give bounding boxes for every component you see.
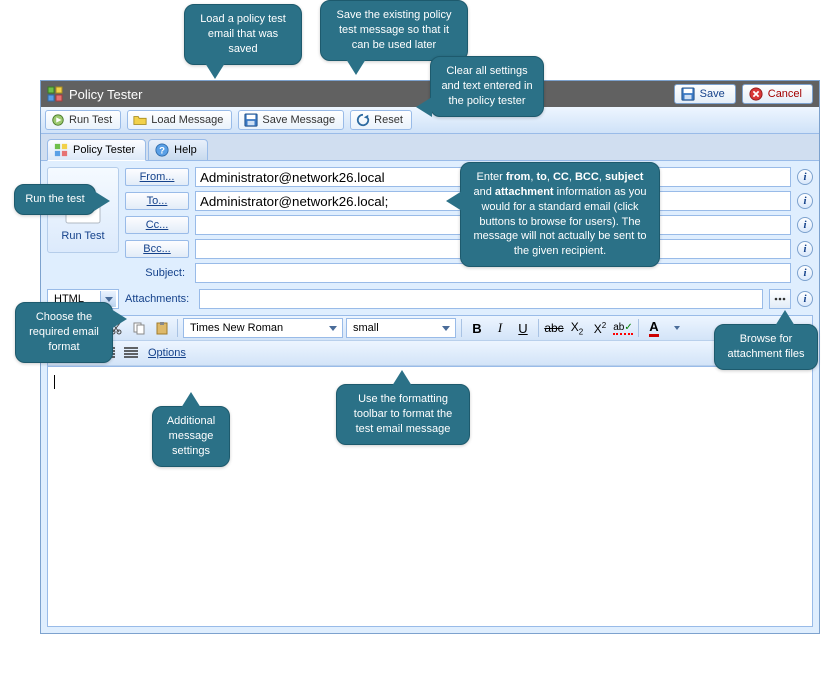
font-select-value: Times New Roman — [190, 322, 283, 334]
copy-icon — [132, 321, 146, 335]
copy-button[interactable] — [129, 318, 149, 338]
save-message-button[interactable]: Save Message — [238, 110, 344, 130]
spellcheck-icon: ab✓ — [613, 322, 633, 335]
callout-text: Clear all settings and text entered in t… — [441, 65, 532, 107]
floppy-icon — [244, 113, 258, 127]
callout-text: Browse for attachment files — [727, 333, 804, 360]
italic-button[interactable]: I — [490, 318, 510, 338]
rtt-toolbar-1: Times New Roman small B I U abc X2 X2 ab… — [48, 316, 812, 341]
font-color-button[interactable]: A — [644, 318, 664, 338]
callout-rtt: Use the formatting toolbar to format the… — [336, 384, 470, 445]
to-button[interactable]: To... — [125, 192, 189, 210]
callout-fields: Enter from, to, CC, BCC, subject and att… — [460, 162, 660, 267]
font-color-icon: A — [649, 319, 658, 337]
bold-icon: B — [472, 321, 481, 336]
paste-button[interactable] — [152, 318, 172, 338]
save-message-label: Save Message — [262, 114, 335, 126]
align-justify-icon — [124, 347, 138, 359]
run-test-button[interactable]: Run Test — [45, 110, 121, 130]
svg-text:?: ? — [159, 146, 165, 157]
compose-area: Run Test From... i To... i Cc... i — [47, 167, 813, 287]
callout-text: Save the existing policy test message so… — [337, 9, 452, 51]
font-size-value: small — [353, 322, 379, 334]
callout-text: Run the test — [25, 193, 84, 205]
tab-help[interactable]: ? Help — [148, 139, 208, 161]
superscript-icon: X2 — [594, 321, 606, 336]
refresh-icon — [356, 113, 370, 127]
align-justify-button[interactable] — [121, 343, 141, 363]
info-icon[interactable]: i — [797, 193, 813, 209]
font-size-select[interactable]: small — [346, 318, 456, 338]
info-icon[interactable]: i — [797, 241, 813, 257]
tab-policy-tester[interactable]: Policy Tester — [47, 139, 146, 161]
italic-icon: I — [498, 320, 502, 336]
callout-options: Additional message settings — [152, 406, 230, 467]
options-link[interactable]: Options — [144, 347, 190, 359]
callout-text: Load a policy test email that was saved — [200, 13, 286, 55]
help-icon: ? — [155, 143, 169, 157]
cc-button[interactable]: Cc... — [125, 216, 189, 234]
policy-tester-icon — [47, 86, 63, 102]
bcc-button[interactable]: Bcc... — [125, 240, 189, 258]
info-icon[interactable]: i — [797, 217, 813, 233]
browse-attachments-button[interactable] — [769, 289, 791, 309]
subject-label: Subject: — [125, 267, 189, 279]
underline-button[interactable]: U — [513, 318, 533, 338]
richtext-area: Times New Roman small B I U abc X2 X2 ab… — [47, 315, 813, 627]
subscript-icon: X2 — [571, 320, 583, 336]
attachments-row: HTML Attachments: i — [47, 289, 813, 309]
folder-open-icon — [133, 113, 147, 127]
load-message-button[interactable]: Load Message — [127, 110, 232, 130]
font-color-dropdown[interactable] — [667, 318, 687, 338]
save-button-label: Save — [700, 88, 725, 100]
policy-tester-icon — [54, 143, 68, 157]
callout-reset: Clear all settings and text entered in t… — [430, 56, 544, 117]
text-cursor — [54, 375, 55, 389]
ellipsis-icon — [774, 297, 786, 301]
tab-strip: Policy Tester ? Help — [41, 134, 819, 161]
info-icon[interactable]: i — [797, 291, 813, 307]
callout-load: Load a policy test email that was saved — [184, 4, 302, 65]
subscript-button[interactable]: X2 — [567, 318, 587, 338]
callout-format: Choose the required email format — [15, 302, 113, 363]
cancel-icon — [749, 87, 763, 101]
callout-text: Additional message settings — [167, 415, 215, 457]
callout-browse: Browse for attachment files — [714, 324, 818, 370]
from-button[interactable]: From... — [125, 168, 189, 186]
strikethrough-icon: abc — [544, 321, 563, 335]
reset-label: Reset — [374, 114, 403, 126]
callout-text: Use the formatting toolbar to format the… — [354, 393, 452, 435]
run-test-panel-label: Run Test — [52, 230, 114, 242]
chevron-down-icon — [439, 320, 453, 336]
font-select[interactable]: Times New Roman — [183, 318, 343, 338]
info-icon[interactable]: i — [797, 265, 813, 281]
paste-icon — [155, 321, 169, 335]
rtt-toolbar-2: Options — [48, 341, 812, 366]
run-test-label: Run Test — [69, 114, 112, 126]
save-button[interactable]: Save — [674, 84, 736, 104]
reset-button[interactable]: Reset — [350, 110, 412, 130]
callout-run: Run the test — [14, 184, 96, 215]
attachments-label: Attachments: — [125, 293, 193, 305]
chevron-down-icon — [326, 320, 340, 336]
cancel-button[interactable]: Cancel — [742, 84, 813, 104]
underline-icon: U — [518, 321, 527, 336]
chevron-down-icon — [674, 326, 680, 330]
gear-play-icon — [51, 113, 65, 127]
app-window: Policy Tester Save Cancel Run Test Load … — [40, 80, 820, 634]
tab-policy-tester-label: Policy Tester — [73, 144, 135, 156]
window-title: Policy Tester — [69, 87, 142, 102]
strikethrough-button[interactable]: abc — [544, 318, 564, 338]
load-message-label: Load Message — [151, 114, 223, 126]
attachments-input[interactable] — [199, 289, 763, 309]
cancel-button-label: Cancel — [768, 88, 802, 100]
floppy-icon — [681, 87, 695, 101]
tab-help-label: Help — [174, 144, 197, 156]
callout-save: Save the existing policy test message so… — [320, 0, 468, 61]
info-icon[interactable]: i — [797, 169, 813, 185]
superscript-button[interactable]: X2 — [590, 318, 610, 338]
spellcheck-button[interactable]: ab✓ — [613, 318, 633, 338]
bold-button[interactable]: B — [467, 318, 487, 338]
callout-text: Choose the required email format — [29, 311, 99, 353]
